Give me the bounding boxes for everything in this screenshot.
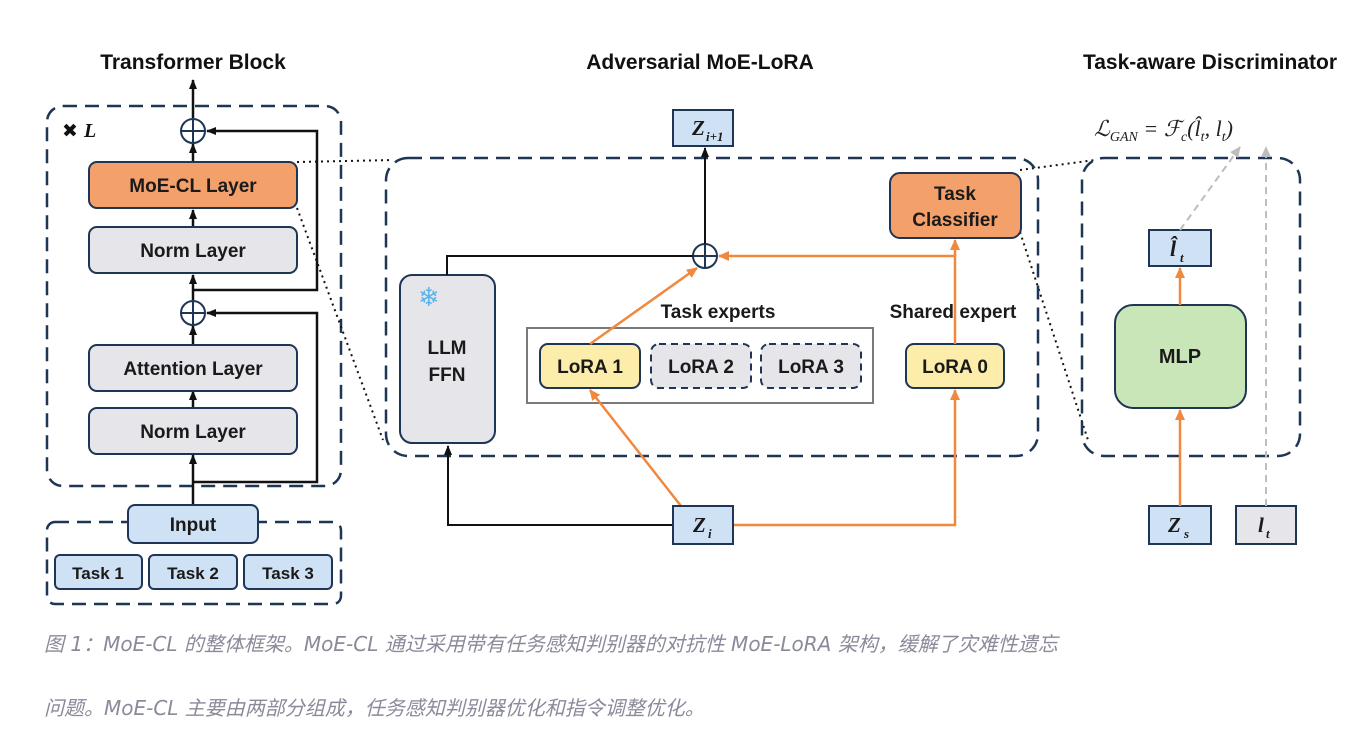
moe-cl-layer-label: MoE-CL Layer (129, 176, 257, 197)
frozen-snowflake-icon: ❄ (418, 283, 440, 313)
llm-ffn-label-line1: LLM (427, 338, 466, 359)
task-experts-label: Task experts (661, 302, 776, 323)
title-transformer-block: Transformer Block (100, 51, 286, 74)
zoom-connector-top (296, 159, 393, 163)
l-t-label: l (1258, 513, 1264, 537)
task-classifier-label-line2: Classifier (912, 210, 998, 231)
attention-layer-label: Attention Layer (123, 359, 263, 380)
lora-1-label: LoRA 1 (557, 357, 623, 378)
z-s-subscript: s (1183, 526, 1189, 541)
llm-ffn-label-line2: FFN (429, 365, 466, 386)
title-task-aware-discriminator: Task-aware Discriminator (1083, 51, 1337, 74)
task-classifier-label-line1: Task (934, 184, 976, 205)
residual-add-bottom-icon (180, 300, 206, 326)
z-in-subscript: i (708, 526, 712, 541)
llm-ffn-box (399, 274, 496, 444)
task-label-3: Task 3 (262, 564, 314, 583)
task-label-2: Task 2 (167, 564, 219, 583)
z-s-label: Z (1167, 513, 1181, 537)
l-t-subscript: t (1266, 526, 1270, 541)
z-out-subscript: i+1 (706, 129, 724, 144)
norm-layer-top-label: Norm Layer (140, 241, 246, 262)
repeat-count-label: L (83, 120, 96, 142)
mlp-label: MLP (1159, 346, 1201, 368)
repeat-x-icon: ✖ (62, 120, 78, 142)
lora-3-label: LoRA 3 (778, 357, 844, 378)
gan-loss-formula: ℒGAN = ℱc(l̂t, lt) (1094, 116, 1233, 145)
z-out-label: Z (691, 116, 705, 140)
lora-2-label: LoRA 2 (668, 357, 734, 378)
figure-caption-line1: 图 1：MoE-CL 的整体框架。MoE-CL 通过采用带有任务感知判别器的对抗… (44, 632, 1058, 656)
residual-add-top-icon (180, 118, 206, 144)
task-label-1: Task 1 (72, 564, 124, 583)
title-adversarial-moe-lora: Adversarial MoE-LoRA (586, 51, 814, 74)
framework-diagram: Transformer Block Adversarial MoE-LoRA T… (45, 51, 1337, 606)
lora-0-label: LoRA 0 (922, 357, 988, 378)
norm-layer-bottom-label: Norm Layer (140, 422, 246, 443)
shared-expert-label: Shared expert (890, 302, 1017, 323)
expert-sum-icon (692, 243, 718, 269)
zoom-connector-classifier-bottom (1019, 231, 1089, 441)
z-in-label: Z (692, 513, 706, 537)
input-label: Input (170, 515, 217, 536)
figure-caption-line2: 问题。MoE-CL 主要由两部分组成，任务感知判别器优化和指令调整优化。 (44, 696, 705, 720)
l-hat-subscript: t (1180, 250, 1184, 265)
